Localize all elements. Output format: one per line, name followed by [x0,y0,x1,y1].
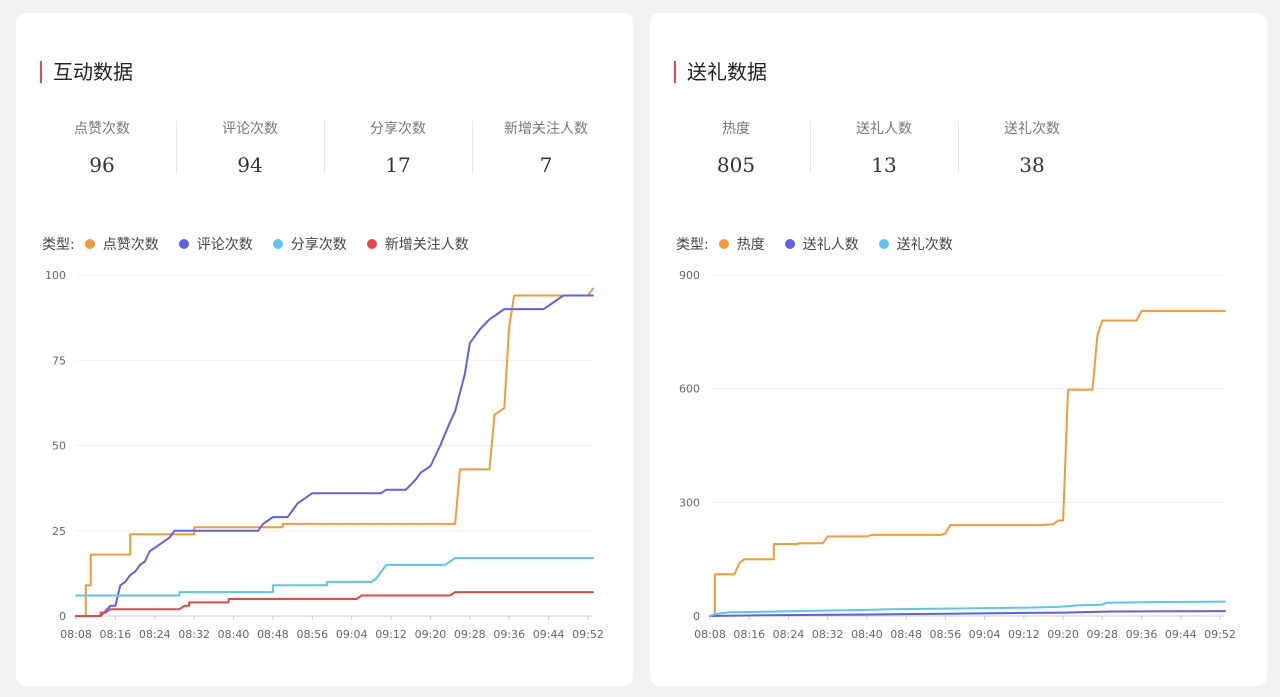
series-line-2[interactable] [75,557,594,597]
x-tick-label: 09:04 [969,628,1001,641]
y-tick-label: 100 [45,269,66,282]
x-tick-label: 08:32 [178,628,210,641]
x-tick-label: 08:32 [812,628,844,641]
interaction-line-chart[interactable]: 0 25 50 75 100 08:08 08:16 08:24 08:32 08:40 08:48… [16,13,633,686]
x-tick-label: 09:44 [1165,628,1197,641]
series-line-1[interactable] [75,294,594,617]
x-tick-label: 08:40 [218,628,250,641]
gift-data-card: 送礼数据 热度 805 送礼人数 13 送礼次数 38 类型: 热度 送礼人数 … [650,13,1267,686]
x-tick-label: 08:08 [694,628,726,641]
x-tick-label: 09:36 [493,628,525,641]
x-tick-label: 08:40 [851,628,883,641]
y-tick-label: 900 [679,269,700,282]
x-tick-label: 08:56 [930,628,962,641]
interaction-data-card: 互动数据 点赞次数 96 评论次数 94 分享次数 17 新增关注人数 7 类型… [16,13,633,686]
y-tick-label: 300 [679,496,700,509]
x-tick-label: 09:28 [1086,628,1118,641]
x-tick-label: 08:56 [296,628,328,641]
series-line-0[interactable] [75,287,594,617]
series-line-0[interactable] [709,310,1226,617]
x-tick-label: 08:24 [139,628,171,641]
y-tick-label: 25 [52,525,66,538]
y-tick-label: 0 [693,610,700,623]
x-tick-label: 09:28 [454,628,486,641]
x-tick-label: 09:52 [1204,628,1236,641]
x-tick-label: 09:12 [1008,628,1040,641]
x-tick-label: 08:16 [733,628,765,641]
y-tick-label: 600 [679,383,700,396]
x-tick-label: 08:48 [890,628,922,641]
y-tick-label: 75 [52,354,66,367]
x-tick-label: 08:48 [257,628,289,641]
x-tick-label: 09:52 [572,628,604,641]
x-tick-label: 08:24 [773,628,805,641]
x-tick-label: 09:36 [1126,628,1158,641]
x-tick-label: 09:12 [375,628,407,641]
x-tick-label: 09:04 [336,628,368,641]
y-tick-label: 0 [59,610,66,623]
gift-line-chart[interactable]: 0 300 600 900 08:08 08:16 08:24 08:32 08:40 08:48… [650,13,1267,686]
x-tick-label: 09:20 [415,628,447,641]
x-tick-label: 09:44 [533,628,565,641]
x-tick-label: 08:16 [100,628,132,641]
x-tick-label: 09:20 [1047,628,1079,641]
x-tick-label: 08:08 [60,628,92,641]
y-tick-label: 50 [52,440,66,453]
